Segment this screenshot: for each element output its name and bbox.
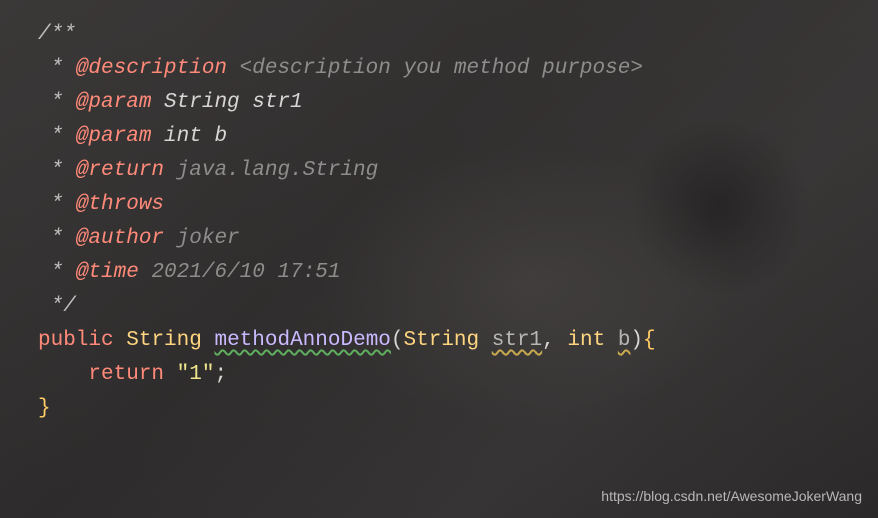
keyword-public: public <box>38 329 114 352</box>
code-line: * @param String str1 <box>38 86 878 120</box>
type-string: String <box>404 329 480 352</box>
code-line: public String methodAnnoDemo(String str1… <box>38 324 878 358</box>
tag-param: @param <box>76 91 152 114</box>
method-name: methodAnnoDemo <box>214 329 390 352</box>
code-line: } <box>38 392 878 426</box>
watermark-text: https://blog.csdn.net/AwesomeJokerWang <box>601 485 862 508</box>
comment-star: * <box>38 261 76 284</box>
comment-star: * <box>38 159 76 182</box>
code-line: * @param int b <box>38 120 878 154</box>
paren-open: ( <box>391 329 404 352</box>
param-value: String str1 <box>151 91 302 114</box>
code-line: * @time 2021/6/10 17:51 <box>38 256 878 290</box>
description-value: <description you method purpose> <box>227 57 643 80</box>
semicolon: ; <box>214 363 227 386</box>
code-editor[interactable]: /** * @description <description you meth… <box>0 0 878 426</box>
paren-close: ) <box>630 329 643 352</box>
brace-open: { <box>643 329 656 352</box>
brace-close: } <box>38 397 51 420</box>
code-line: * @description <description you method p… <box>38 52 878 86</box>
comment-close: */ <box>38 295 76 318</box>
comment-star: * <box>38 227 76 250</box>
comment-star: * <box>38 125 76 148</box>
param-name: str1 <box>492 329 542 352</box>
tag-param: @param <box>76 125 152 148</box>
string-literal: "1" <box>177 363 215 386</box>
code-line: return "1"; <box>38 358 878 392</box>
param-name: b <box>618 329 631 352</box>
code-line: */ <box>38 290 878 324</box>
tag-author: @author <box>76 227 164 250</box>
tag-time: @time <box>76 261 139 284</box>
time-value: 2021/6/10 17:51 <box>139 261 341 284</box>
code-line: /** <box>38 18 878 52</box>
code-line: * @throws <box>38 188 878 222</box>
comment-star: * <box>38 193 76 216</box>
type-int: int <box>567 329 605 352</box>
type-string: String <box>126 329 202 352</box>
code-line: * @author joker <box>38 222 878 256</box>
keyword-return: return <box>88 363 164 386</box>
comment-star: * <box>38 91 76 114</box>
tag-return: @return <box>76 159 164 182</box>
comment-star: * <box>38 57 76 80</box>
param-value: int b <box>151 125 227 148</box>
comment-open: /** <box>38 23 76 46</box>
tag-throws: @throws <box>76 193 164 216</box>
author-value: joker <box>164 227 240 250</box>
tag-description: @description <box>76 57 227 80</box>
return-value: java.lang.String <box>164 159 378 182</box>
code-line: * @return java.lang.String <box>38 154 878 188</box>
